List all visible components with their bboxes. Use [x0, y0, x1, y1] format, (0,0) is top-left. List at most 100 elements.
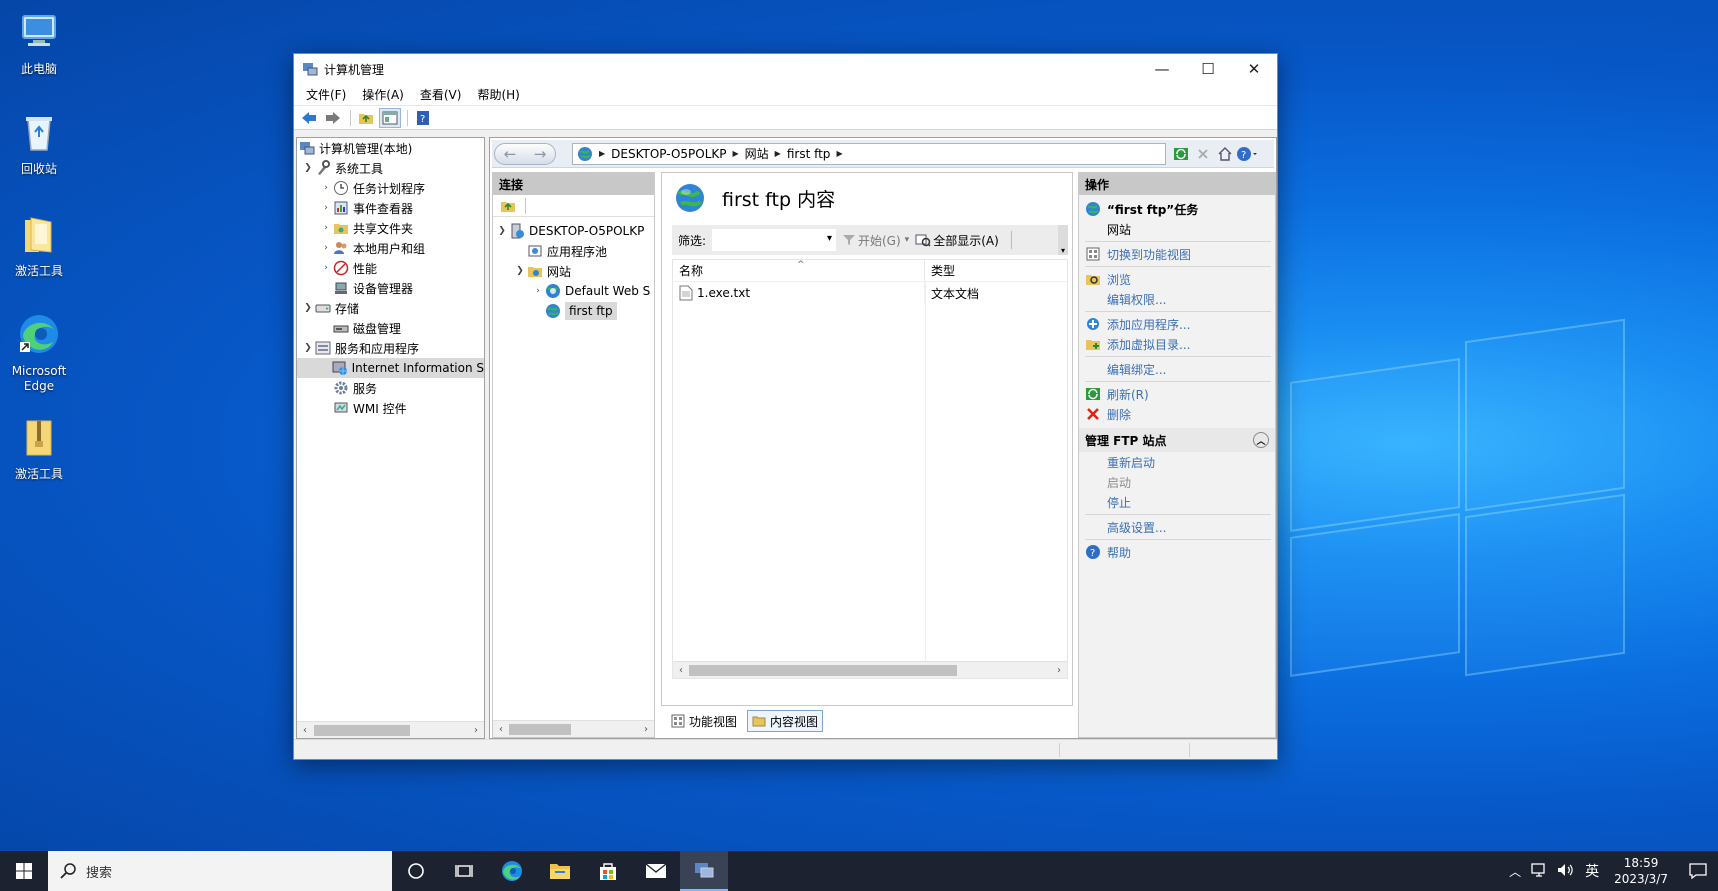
- tree-item-disk-management[interactable]: 磁盘管理: [297, 318, 484, 338]
- edit-permissions-link[interactable]: 编辑权限...: [1079, 289, 1275, 309]
- add-application-link[interactable]: 添加应用程序...: [1079, 314, 1275, 334]
- chevron-down-icon[interactable]: ▾: [905, 235, 910, 245]
- delete-link[interactable]: 删除: [1079, 404, 1275, 424]
- scroll-thumb[interactable]: [509, 723, 571, 735]
- chevron-right-icon[interactable]: ›: [319, 223, 333, 233]
- volume-icon[interactable]: [1552, 863, 1580, 880]
- chevron-right-icon[interactable]: ›: [531, 286, 545, 296]
- home-button[interactable]: [1214, 144, 1236, 164]
- tree-item-storage[interactable]: ❯ 存储: [297, 298, 484, 318]
- menu-action[interactable]: 操作(A): [354, 86, 412, 103]
- connections-horizontal-scrollbar[interactable]: ‹ ›: [493, 720, 654, 737]
- tree-item-local-users[interactable]: › 本地用户和组: [297, 238, 484, 258]
- title-bar[interactable]: 计算机管理 — ☐ ✕: [294, 54, 1277, 84]
- help-menu-button[interactable]: ?: [1236, 144, 1258, 164]
- switch-to-feature-view-link[interactable]: 切换到功能视图: [1079, 244, 1275, 264]
- ime-indicator[interactable]: 英: [1580, 861, 1604, 881]
- tree-item-root[interactable]: 计算机管理(本地): [297, 138, 484, 158]
- connect-button[interactable]: [497, 196, 519, 216]
- forward-button[interactable]: [322, 108, 344, 128]
- filter-scroll-icon[interactable]: ▾: [1058, 225, 1068, 255]
- tree-item-performance[interactable]: › 性能: [297, 258, 484, 278]
- iis-back-icon[interactable]: ←: [504, 145, 517, 163]
- notification-center-button[interactable]: [1678, 863, 1718, 879]
- filter-input[interactable]: [712, 229, 836, 251]
- help-link[interactable]: ? 帮助: [1079, 542, 1275, 562]
- advanced-settings-link[interactable]: 高级设置...: [1079, 517, 1275, 537]
- chevron-down-icon[interactable]: ❯: [513, 266, 527, 276]
- collapse-icon[interactable]: ︿: [1253, 432, 1269, 448]
- conn-item-sites[interactable]: ❯ 网站: [493, 261, 654, 281]
- desktop-icon-recycle-bin[interactable]: 回收站: [1, 110, 77, 177]
- tree-item-wmi[interactable]: WMI 控件: [297, 398, 484, 418]
- iis-forward-icon[interactable]: →: [534, 145, 547, 163]
- menu-view[interactable]: 查看(V): [412, 86, 470, 103]
- conn-item-ftp-site[interactable]: first ftp: [493, 301, 654, 321]
- conn-item-app-pools[interactable]: 应用程序池: [493, 241, 654, 261]
- tree-horizontal-scrollbar[interactable]: ‹ ›: [297, 721, 484, 738]
- up-folder-button[interactable]: [355, 108, 377, 128]
- breadcrumb-sites[interactable]: 网站: [745, 145, 769, 162]
- tree-item-services[interactable]: 服务: [297, 378, 484, 398]
- scroll-thumb[interactable]: [689, 664, 957, 676]
- column-header-type[interactable]: 类型: [925, 260, 955, 281]
- file-list-horizontal-scrollbar[interactable]: ‹ ›: [673, 661, 1067, 678]
- scroll-left-icon[interactable]: ‹: [673, 665, 689, 676]
- edit-bindings-link[interactable]: 编辑绑定...: [1079, 359, 1275, 379]
- show-all-button[interactable]: 全部显示(A): [915, 232, 999, 249]
- chevron-down-icon[interactable]: ❯: [301, 303, 315, 313]
- taskbar-store[interactable]: [584, 851, 632, 891]
- start-button[interactable]: [0, 851, 48, 891]
- desktop-icon-edge[interactable]: Microsoft Edge: [1, 312, 77, 394]
- taskbar-computer-management[interactable]: [680, 851, 728, 891]
- manage-ftp-section-header[interactable]: 管理 FTP 站点 ︿: [1079, 428, 1275, 452]
- chevron-right-icon[interactable]: ›: [319, 203, 333, 213]
- conn-item-server[interactable]: ❯ DESKTOP-O5POLKP: [493, 221, 654, 241]
- taskbar-edge[interactable]: [488, 851, 536, 891]
- tree-item-event-viewer[interactable]: › 事件查看器: [297, 198, 484, 218]
- desktop-icon-activation-zip[interactable]: 激活工具: [1, 415, 77, 482]
- chevron-down-icon[interactable]: ❯: [301, 343, 315, 353]
- scroll-right-icon[interactable]: ›: [1051, 665, 1067, 676]
- stop-link[interactable]: 停止: [1079, 492, 1275, 512]
- breadcrumb[interactable]: ▶ DESKTOP-O5POLKP ▶ 网站 ▶ first ftp ▶: [572, 142, 1166, 165]
- tree-item-iis[interactable]: Internet Information S: [297, 358, 484, 378]
- table-row[interactable]: 1.exe.txt 文本文档: [673, 282, 1067, 304]
- tree-item-services-apps[interactable]: ❯ 服务和应用程序: [297, 338, 484, 358]
- browse-link[interactable]: 浏览: [1079, 269, 1275, 289]
- start-link[interactable]: 启动: [1079, 472, 1275, 492]
- tree-item-system-tools[interactable]: ❯ 系统工具: [297, 158, 484, 178]
- scroll-right-icon[interactable]: ›: [468, 725, 484, 736]
- breadcrumb-ftp[interactable]: first ftp: [787, 147, 831, 161]
- tree-item-task-scheduler[interactable]: › 任务计划程序: [297, 178, 484, 198]
- taskbar-mail[interactable]: [632, 851, 680, 891]
- restart-link[interactable]: 重新启动: [1079, 452, 1275, 472]
- task-view-button[interactable]: [440, 851, 488, 891]
- close-button[interactable]: ✕: [1231, 54, 1277, 84]
- stop-address-button[interactable]: [1192, 144, 1214, 164]
- add-virtual-directory-link[interactable]: 添加虚拟目录...: [1079, 334, 1275, 354]
- taskbar-file-explorer[interactable]: [536, 851, 584, 891]
- scroll-thumb[interactable]: [314, 724, 410, 736]
- chevron-right-icon[interactable]: ›: [319, 183, 333, 193]
- conn-item-default-site[interactable]: › Default Web S: [493, 281, 654, 301]
- cortana-button[interactable]: [392, 851, 440, 891]
- desktop-icon-activation-folder[interactable]: 激活工具: [1, 212, 77, 279]
- taskbar-search[interactable]: 搜索: [48, 851, 392, 891]
- start-filter-button[interactable]: 开始(G) ▾: [842, 232, 909, 249]
- chevron-down-icon[interactable]: ❯: [495, 226, 509, 236]
- chevron-down-icon[interactable]: ❯: [301, 163, 315, 173]
- refresh-link[interactable]: 刷新(R): [1079, 384, 1275, 404]
- tab-content-view[interactable]: 内容视图: [747, 710, 824, 732]
- tray-overflow-icon[interactable]: ︿: [1504, 863, 1526, 880]
- minimize-button[interactable]: —: [1139, 54, 1185, 84]
- scroll-left-icon[interactable]: ‹: [493, 724, 509, 735]
- breadcrumb-server[interactable]: DESKTOP-O5POLKP: [611, 147, 726, 161]
- clock[interactable]: 18:59 2023/3/7: [1604, 855, 1678, 887]
- network-icon[interactable]: [1526, 862, 1552, 880]
- menu-file[interactable]: 文件(F): [298, 86, 354, 103]
- tab-feature-view[interactable]: 功能视图: [667, 710, 741, 732]
- desktop-icon-computer[interactable]: 此电脑: [1, 10, 77, 77]
- back-button[interactable]: [298, 108, 320, 128]
- chevron-right-icon[interactable]: ›: [319, 243, 333, 253]
